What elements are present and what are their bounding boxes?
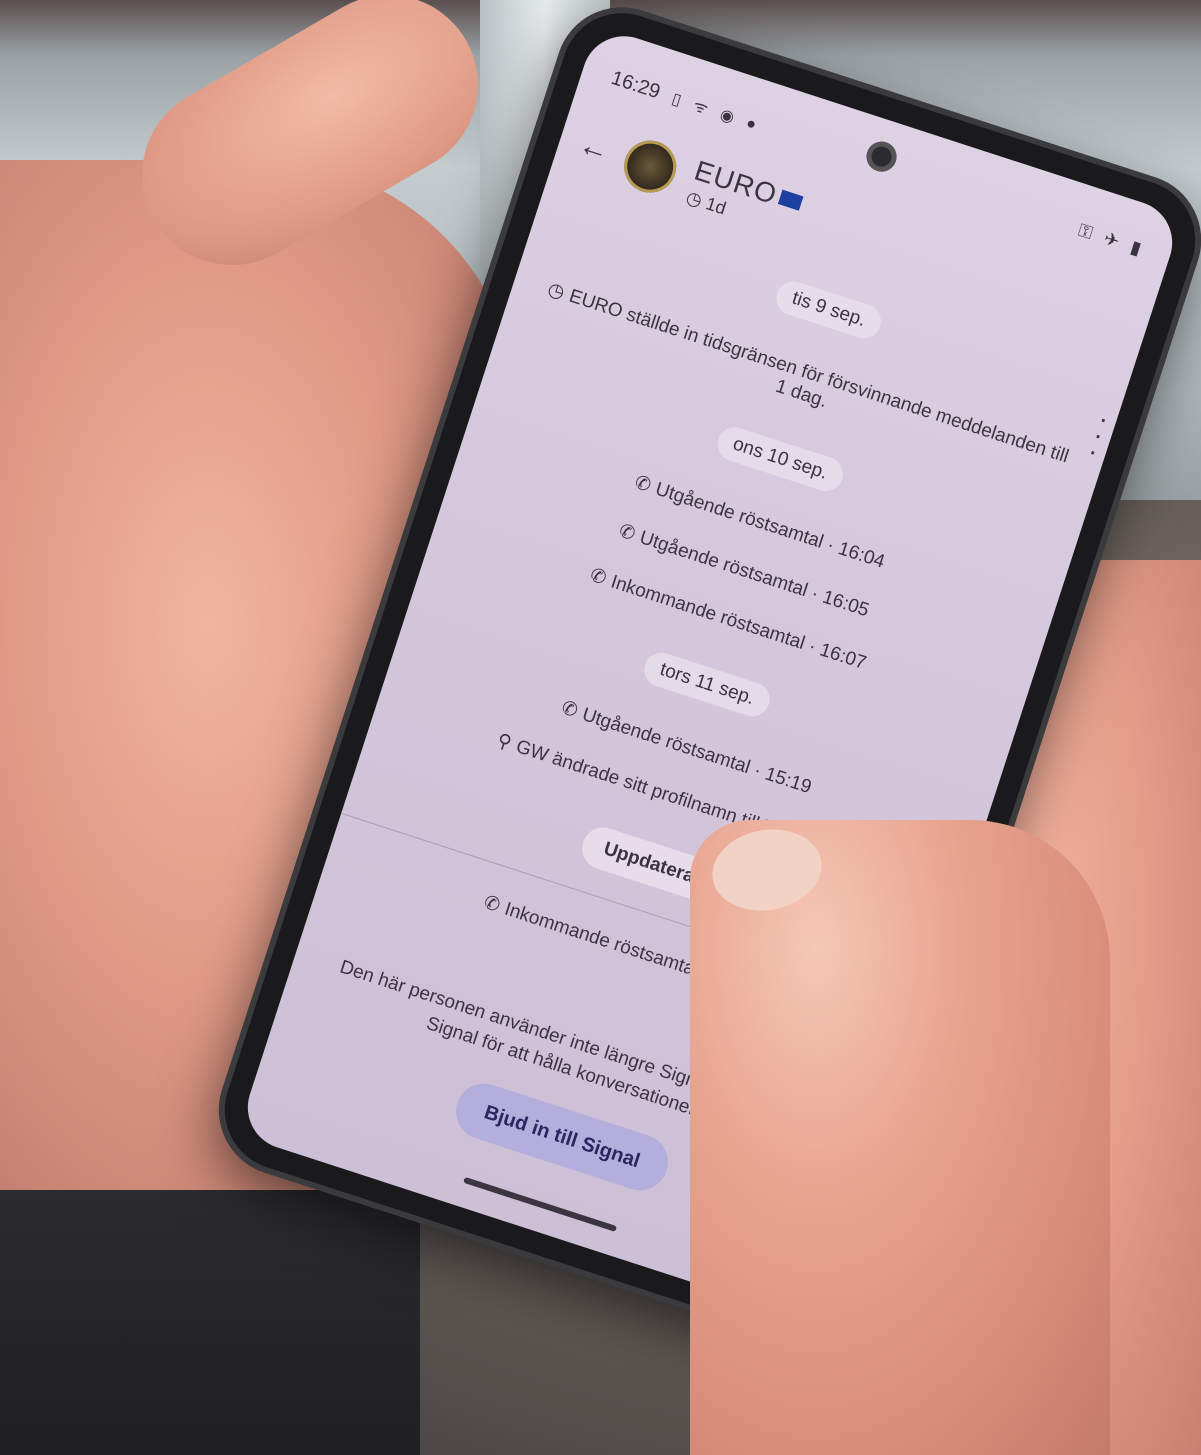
phone-icon: ✆ <box>558 697 581 723</box>
contact-info[interactable]: EURO ◷ 1d <box>684 154 806 241</box>
date-header: tors 11 sep. <box>639 648 774 721</box>
phone-icon: ✆ <box>631 471 654 497</box>
key-icon: ⚿ <box>1076 219 1096 243</box>
date-header: ons 10 sep. <box>712 422 848 496</box>
battery-icon: ▮ <box>1128 236 1144 259</box>
clock-icon: ◷ <box>545 278 568 304</box>
phone-icon: ✆ <box>481 891 503 917</box>
date-header: tis 9 sep. <box>772 276 886 343</box>
phone-icon: ✆ <box>616 520 638 546</box>
eu-flag-icon <box>777 189 804 211</box>
airplane-icon: ✈ <box>1101 227 1123 252</box>
app-badge-icon: ● <box>744 114 759 134</box>
phone-status-icon: ▯ <box>669 90 684 109</box>
messenger-icon: ◉ <box>717 105 737 127</box>
timer-label: 1d <box>703 192 729 219</box>
dark-jacket <box>0 1170 420 1455</box>
gesture-home-bar[interactable] <box>463 1176 618 1232</box>
right-thumb <box>690 820 1110 1455</box>
more-options-icon[interactable]: · · · <box>1084 402 1113 466</box>
status-time: 16:29 <box>608 66 664 103</box>
phone-icon: ✆ <box>587 564 609 590</box>
person-icon: ⚲ <box>494 730 515 755</box>
back-arrow-icon[interactable]: ← <box>575 128 624 173</box>
notification-icons: ▯ ᯤ ◉ ● <box>669 86 767 137</box>
contact-avatar[interactable] <box>617 133 683 200</box>
system-icons: ⚿ ✈ ▮ <box>1068 217 1144 259</box>
wifi-call-icon: ᯤ <box>691 97 711 118</box>
clock-icon: ◷ <box>683 186 705 211</box>
